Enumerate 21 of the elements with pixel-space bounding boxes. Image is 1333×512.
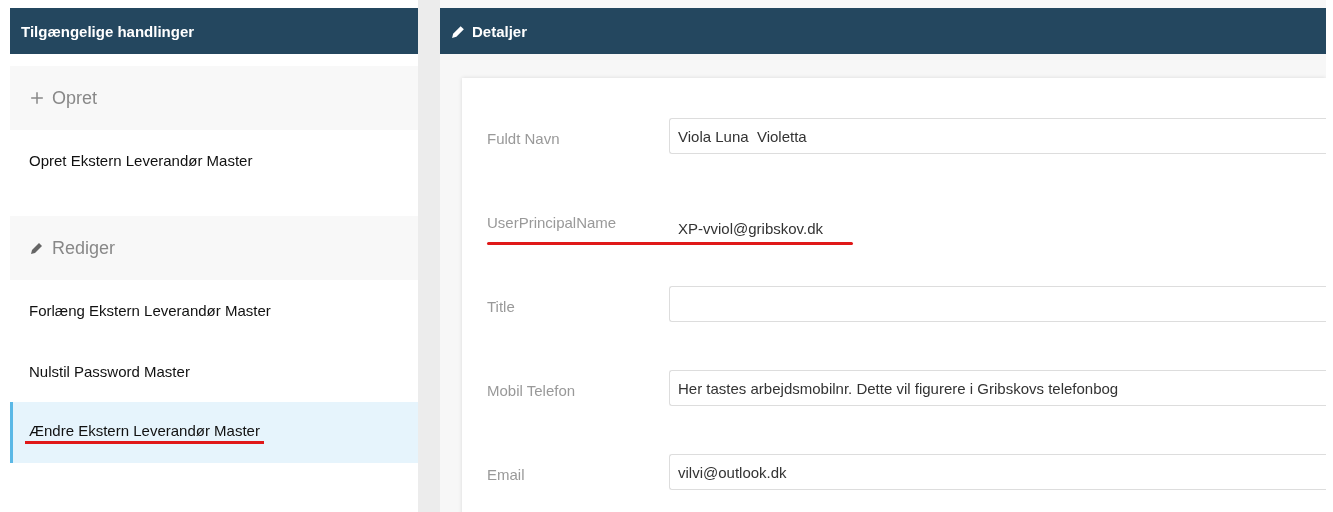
action-item[interactable]: Opret Ekstern Leverandør Master [10,130,418,191]
action-item[interactable]: Nulstil Password Master [10,341,418,402]
input-field[interactable] [669,286,1326,322]
field-label: Email [487,465,526,483]
field-value: XP-vviol@gribskov.dk [677,219,823,237]
input-field[interactable]: vilvi@outlook.dk [669,454,1326,490]
section-title: Opret [52,87,98,109]
action-item[interactable]: Ændre Ekstern Leverandør Master [10,402,418,463]
plus-icon [30,91,44,105]
input-field[interactable]: Viola Luna Violetta [669,118,1326,154]
panel-title: Detaljer [472,22,528,40]
pencil-icon [451,23,466,39]
field-label: Fuldt Navn [487,129,561,147]
field-label: Title [487,297,516,315]
pencil-icon [30,241,44,255]
field-label: UserPrincipalName [487,213,618,231]
field-label: Mobil Telefon [487,381,577,399]
input-field[interactable]: Her tastes arbejdsmobilnr. Dette vil figurere i Gribskovs telefonbog [669,370,1326,406]
panel-header: Tilgængelige handlinger [10,8,418,54]
action-item[interactable]: Forlæng Ekstern Leverandør Master [10,280,418,341]
section-title: Rediger [52,237,116,259]
